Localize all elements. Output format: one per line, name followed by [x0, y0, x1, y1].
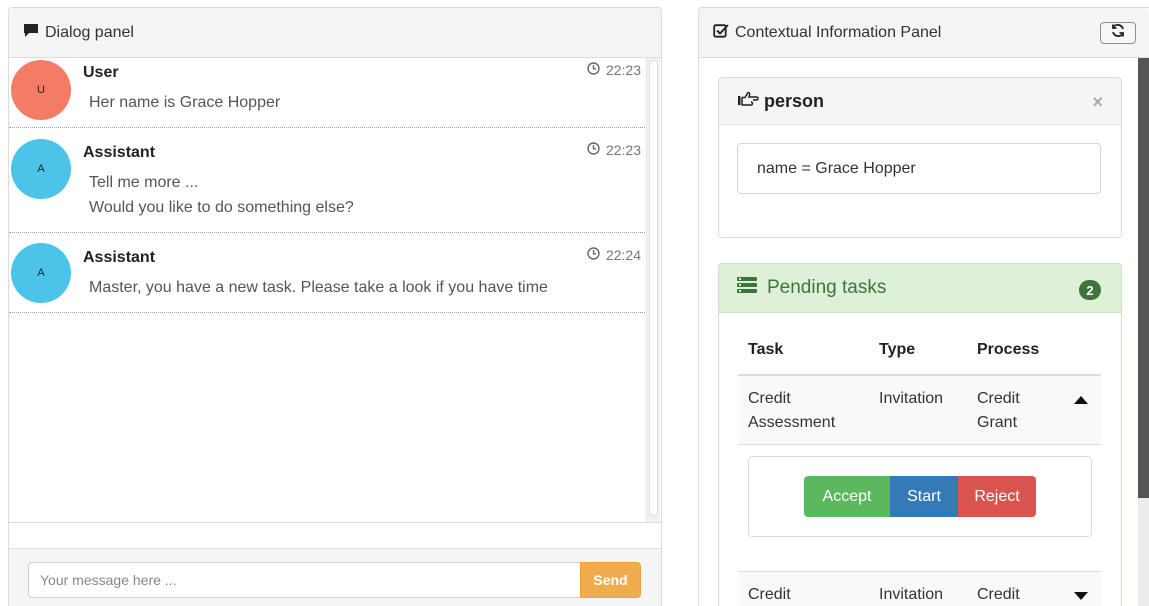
type-cell: Invitation: [879, 390, 944, 407]
check-square-icon: [713, 23, 735, 43]
context-panel-title: Contextual Information Panel: [735, 23, 942, 41]
person-card: person × name = Grace Hopper: [718, 77, 1122, 238]
pending-tasks-card: Pending tasks 2 Task Type Process Credit…: [718, 263, 1122, 606]
column-header-task: Task: [748, 341, 784, 358]
dialog-panel-title: Dialog panel: [45, 23, 134, 41]
process-cell-line: Credit: [977, 390, 1020, 407]
message-sender: Assistant: [83, 249, 156, 266]
comment-icon: [23, 23, 45, 43]
message-time-text: 22:23: [605, 62, 641, 78]
context-panel-heading: Contextual Information Panel: [699, 8, 1149, 58]
message-time-text: 22:23: [605, 142, 641, 158]
process-cell: Credit: [977, 586, 1020, 603]
message-line: Master, you have a new task. Please take…: [89, 279, 548, 296]
message-time: 22:23: [587, 62, 641, 78]
process-cell: Credit Grant: [977, 387, 1020, 435]
task-cell: Credit Assessment: [748, 387, 835, 435]
task-cell-line: Assessment: [748, 414, 836, 431]
message-scrollbar[interactable]: [646, 58, 660, 522]
avatar: A: [11, 139, 71, 199]
column-header-process: Process: [977, 341, 1040, 358]
message-list[interactable]: U User 22:23 Her name is Grace Hopper A …: [9, 58, 661, 523]
message-input-row: Send: [9, 548, 661, 606]
avatar: U: [11, 60, 71, 120]
table-row[interactable]: Credit Invitation Credit: [738, 571, 1101, 606]
message-item: A Assistant 22:24 Master, you have a new…: [9, 233, 645, 313]
person-card-heading: person: [719, 78, 1121, 125]
send-button[interactable]: Send: [580, 562, 641, 598]
message-sender: Assistant: [83, 144, 156, 161]
table-row[interactable]: Credit Assessment Invitation Credit Gran…: [738, 376, 1101, 445]
tasks-list-icon: [737, 276, 767, 300]
task-action-buttons: Accept Start Reject: [804, 476, 1036, 517]
message-input[interactable]: [28, 562, 581, 598]
message-line: Tell me more ...: [89, 174, 199, 191]
message-time-text: 22:24: [605, 247, 641, 263]
dialog-panel: Dialog panel U User 22:23 Her name is Gr…: [8, 7, 662, 606]
message-line: Her name is Grace Hopper: [89, 94, 281, 111]
type-cell: Invitation: [879, 586, 944, 603]
task-count-badge: 2: [1079, 280, 1101, 300]
process-cell-line: Grant: [977, 414, 1018, 431]
task-actions: Accept Start Reject: [748, 456, 1092, 537]
refresh-icon: [1110, 23, 1126, 43]
pending-tasks-title: Pending tasks: [767, 277, 887, 298]
clock-icon: [587, 247, 606, 263]
message-line: Would you like to do something else?: [89, 199, 354, 216]
accept-button[interactable]: Accept: [804, 476, 890, 517]
context-panel: Contextual Information Panel person × na…: [698, 7, 1149, 606]
context-scrollbar[interactable]: [1138, 58, 1149, 606]
start-button[interactable]: Start: [890, 476, 958, 517]
hand-pointer-icon: [737, 91, 764, 112]
caret-down-icon[interactable]: [1073, 588, 1089, 606]
person-card-title: person: [764, 90, 825, 111]
pending-tasks-heading[interactable]: Pending tasks: [719, 264, 1121, 313]
clock-icon: [587, 142, 606, 158]
refresh-button[interactable]: [1100, 22, 1136, 44]
dialog-panel-heading: Dialog panel: [9, 8, 661, 58]
task-cell-line: Credit: [748, 390, 791, 407]
context-scrollbar-thumb[interactable]: [1138, 58, 1149, 498]
column-header-type: Type: [879, 341, 916, 358]
task-cell: Credit: [748, 586, 791, 603]
message-item: U User 22:23 Her name is Grace Hopper: [9, 58, 645, 128]
message-item: A Assistant 22:23 Tell me more ... Would…: [9, 128, 645, 233]
message-time: 22:23: [587, 142, 641, 158]
message-sender: User: [83, 64, 119, 81]
close-icon[interactable]: ×: [1092, 92, 1103, 113]
message-time: 22:24: [587, 247, 641, 263]
reject-button[interactable]: Reject: [958, 476, 1036, 517]
person-entity: name = Grace Hopper: [737, 143, 1101, 194]
avatar: A: [11, 243, 71, 303]
clock-icon: [587, 62, 606, 78]
message-scrollbar-thumb[interactable]: [649, 60, 658, 516]
caret-up-icon[interactable]: [1073, 392, 1089, 410]
